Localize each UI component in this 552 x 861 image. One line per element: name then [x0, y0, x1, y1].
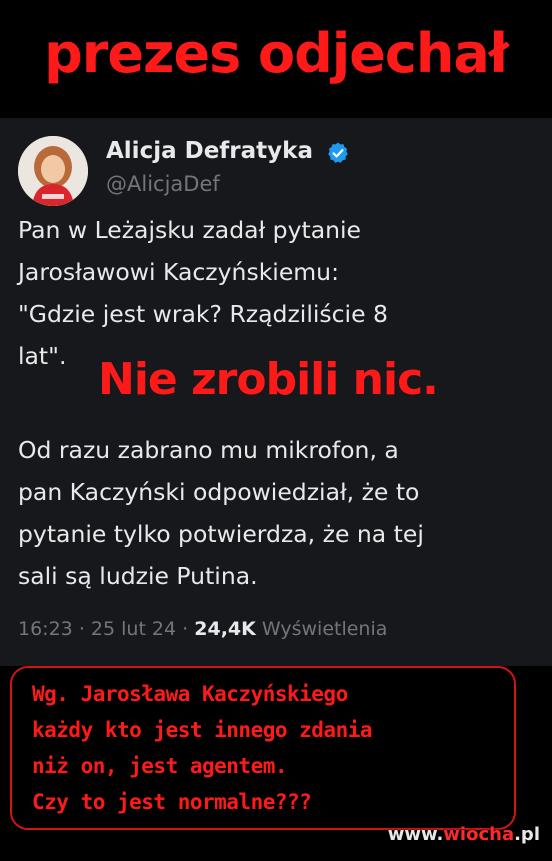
caption-line: Czy to jest normalne???	[32, 790, 312, 814]
overlay-caption: Nie zrobili nic.	[98, 354, 439, 405]
tweet-text-line: sali są ludzie Putina.	[18, 562, 258, 590]
watermark-accent: wiocha	[443, 824, 515, 845]
avatar-image	[18, 136, 88, 206]
tweet-text-line: Od razu zabrano mu mikrofon, a	[18, 436, 399, 464]
caption-line: każdy kto jest innego zdania	[32, 718, 373, 742]
tweet-time[interactable]: 16:23	[18, 618, 73, 640]
headline: prezes odjechał	[44, 22, 509, 85]
author-handle[interactable]: @AlicjaDef	[106, 172, 220, 196]
tweet-text-line: lat".	[18, 342, 67, 370]
author-name[interactable]: Alicja Defratyka	[106, 138, 313, 164]
tweet-text-line: "Gdzie jest wrak? Rządziliście 8	[18, 300, 388, 328]
views-label: Wyświetlenia	[261, 618, 388, 640]
caption-line: niż on, jest agentem.	[32, 754, 288, 778]
meta-separator: ·	[182, 618, 195, 640]
tweet-text-line: pytanie tylko potwierdza, że na tej	[18, 520, 424, 548]
tweet-meta: 16:23 · 25 lut 24 · 24,4K Wyświetlenia	[18, 618, 387, 640]
verified-badge-icon	[328, 142, 348, 163]
watermark: www.wiocha.pl	[388, 824, 540, 845]
tweet-text-line: pan Kaczyński odpowiedział, że to	[18, 478, 420, 506]
views-count: 24,4K	[194, 618, 256, 640]
tweet-date[interactable]: 25 lut 24	[91, 618, 176, 640]
tweet-card[interactable]: Alicja Defratyka @AlicjaDef Pan w Leżajs…	[0, 118, 552, 666]
caption-box: Wg. Jarosława Kaczyńskiego każdy kto jes…	[10, 666, 516, 830]
avatar[interactable]	[18, 136, 88, 206]
tweet-text-line: Pan w Leżajsku zadał pytanie	[18, 216, 361, 244]
tweet-text-line: Jarosławowi Kaczyńskiemu:	[18, 258, 339, 286]
watermark-prefix: www.	[387, 824, 444, 845]
meta-separator: ·	[78, 618, 91, 640]
watermark-suffix: .pl	[514, 824, 540, 845]
caption-line: Wg. Jarosława Kaczyńskiego	[32, 682, 348, 706]
